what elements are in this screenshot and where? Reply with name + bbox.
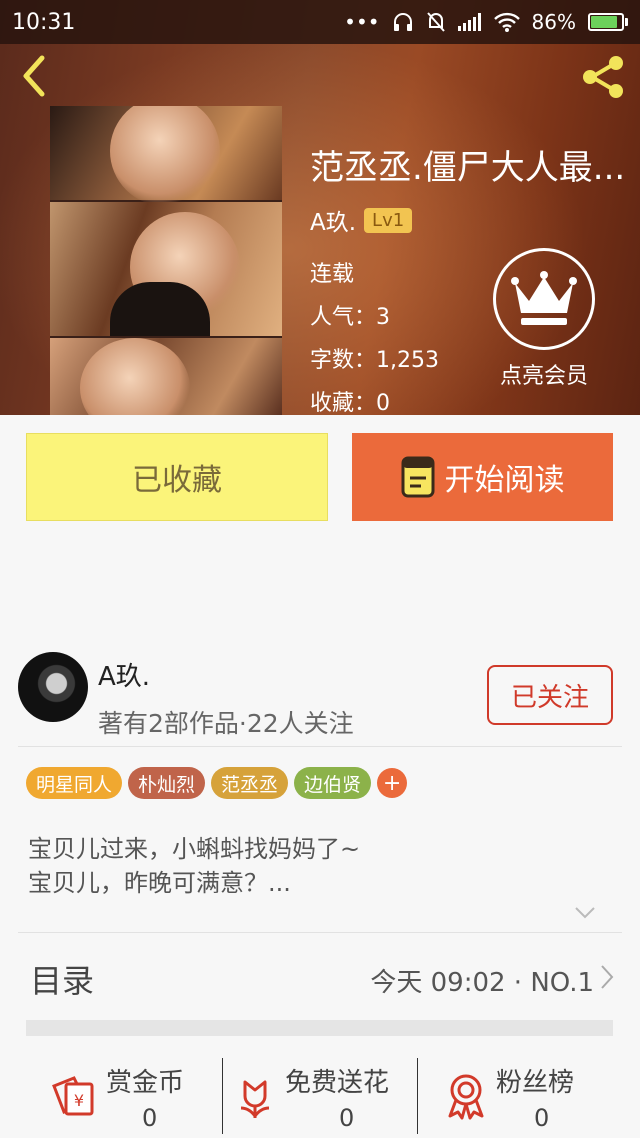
fan-ranking-button[interactable]: 粉丝榜 0 <box>418 1052 640 1138</box>
send-flower-button[interactable]: 免费送花 0 <box>223 1052 417 1138</box>
send-flower-label: 免费送花 <box>285 1068 390 1098</box>
author-stats: 著有2部作品·22人关注 <box>98 709 354 738</box>
battery-percent: 86% <box>531 10 576 34</box>
wifi-icon <box>493 12 520 32</box>
tip-coins-button[interactable]: ¥ 赏金币 0 <box>0 1052 222 1138</box>
book-header: 范丞丞.僵尸大人最... A玖. Lv1 连载 人气：3 字数：1,253 收藏… <box>0 0 640 415</box>
tag-item[interactable]: 朴灿烈 <box>128 767 206 799</box>
level-badge: Lv1 <box>364 207 413 233</box>
book-favorites: 收藏：0 <box>310 391 390 415</box>
author-name[interactable]: A玖. <box>98 656 150 693</box>
description-line: 宝贝儿，昨晚可满意？... <box>28 869 291 897</box>
book-cover-image[interactable] <box>50 106 282 415</box>
divider <box>18 932 622 933</box>
crown-icon <box>493 248 595 350</box>
latest-chapter-info: 今天 09:02 · NO.1 <box>370 968 594 998</box>
start-reading-button[interactable]: 开始阅读 <box>352 433 613 521</box>
divider <box>18 746 622 747</box>
signal-icon <box>457 13 481 31</box>
add-tag-button[interactable]: + <box>377 768 408 798</box>
start-reading-label: 开始阅读 <box>444 463 565 498</box>
headphones-icon <box>393 13 412 31</box>
tag-list: 明星同人 朴灿烈 范丞丞 边伯贤 + <box>26 767 408 799</box>
cover-panel <box>50 106 282 206</box>
red-envelope-icon: ¥ <box>52 1076 94 1116</box>
back-button[interactable] <box>14 54 54 98</box>
book-description[interactable]: 宝贝儿过来，小蝌蚪找妈妈了~ 宝贝儿，昨晚可满意？... <box>28 832 360 900</box>
tag-item[interactable]: 边伯贤 <box>294 767 372 799</box>
follow-button[interactable]: 已关注 <box>487 665 613 725</box>
fan-ranking-count: 0 <box>534 1104 550 1132</box>
table-of-contents-row[interactable]: 目录 今天 09:02 · NO.1 <box>0 950 640 1010</box>
fan-ranking-label: 粉丝榜 <box>496 1068 575 1098</box>
cover-panel <box>50 202 282 336</box>
medal-icon <box>448 1074 484 1120</box>
tip-coins-count: 0 <box>142 1104 158 1132</box>
book-popularity: 人气：3 <box>310 305 390 330</box>
expand-description-button[interactable] <box>574 905 596 924</box>
flower-count: 0 <box>339 1104 355 1132</box>
flower-icon <box>240 1080 270 1118</box>
book-title: 范丞丞.僵尸大人最... <box>310 148 626 188</box>
tag-item[interactable]: 范丞丞 <box>211 767 289 799</box>
mute-bell-icon <box>426 12 445 32</box>
vip-button[interactable]: 点亮会员 <box>493 248 595 389</box>
status-time: 10:31 <box>12 9 76 35</box>
hero-author-name: A玖. <box>310 210 357 236</box>
tag-item[interactable]: 明星同人 <box>26 767 123 799</box>
toc-title: 目录 <box>30 962 95 1000</box>
share-icon <box>583 56 623 98</box>
chevron-left-icon <box>23 55 45 97</box>
svg-text:¥: ¥ <box>74 1091 84 1110</box>
chevron-right-icon <box>601 965 614 989</box>
bottom-action-bar: ¥ 赏金币 0 免费送花 0 粉丝榜 0 <box>0 1052 640 1138</box>
notification-dots-icon: ••• <box>344 10 380 34</box>
book-icon <box>401 456 434 498</box>
chevron-down-icon <box>575 907 595 919</box>
collected-button[interactable]: 已收藏 <box>26 433 328 521</box>
share-button[interactable] <box>578 52 628 102</box>
cover-panel <box>50 338 282 415</box>
book-status: 连载 <box>310 262 355 287</box>
description-line: 宝贝儿过来，小蝌蚪找妈妈了~ <box>28 835 361 863</box>
battery-icon <box>588 13 628 31</box>
tip-coins-label: 赏金币 <box>106 1068 185 1098</box>
status-bar: 10:31 ••• 86% <box>0 0 640 44</box>
avatar[interactable] <box>18 652 88 722</box>
book-word-count: 字数：1,253 <box>310 348 439 373</box>
hero-author[interactable]: A玖. Lv1 <box>310 203 413 237</box>
section-separator <box>26 1020 613 1036</box>
vip-label: 点亮会员 <box>499 364 588 389</box>
